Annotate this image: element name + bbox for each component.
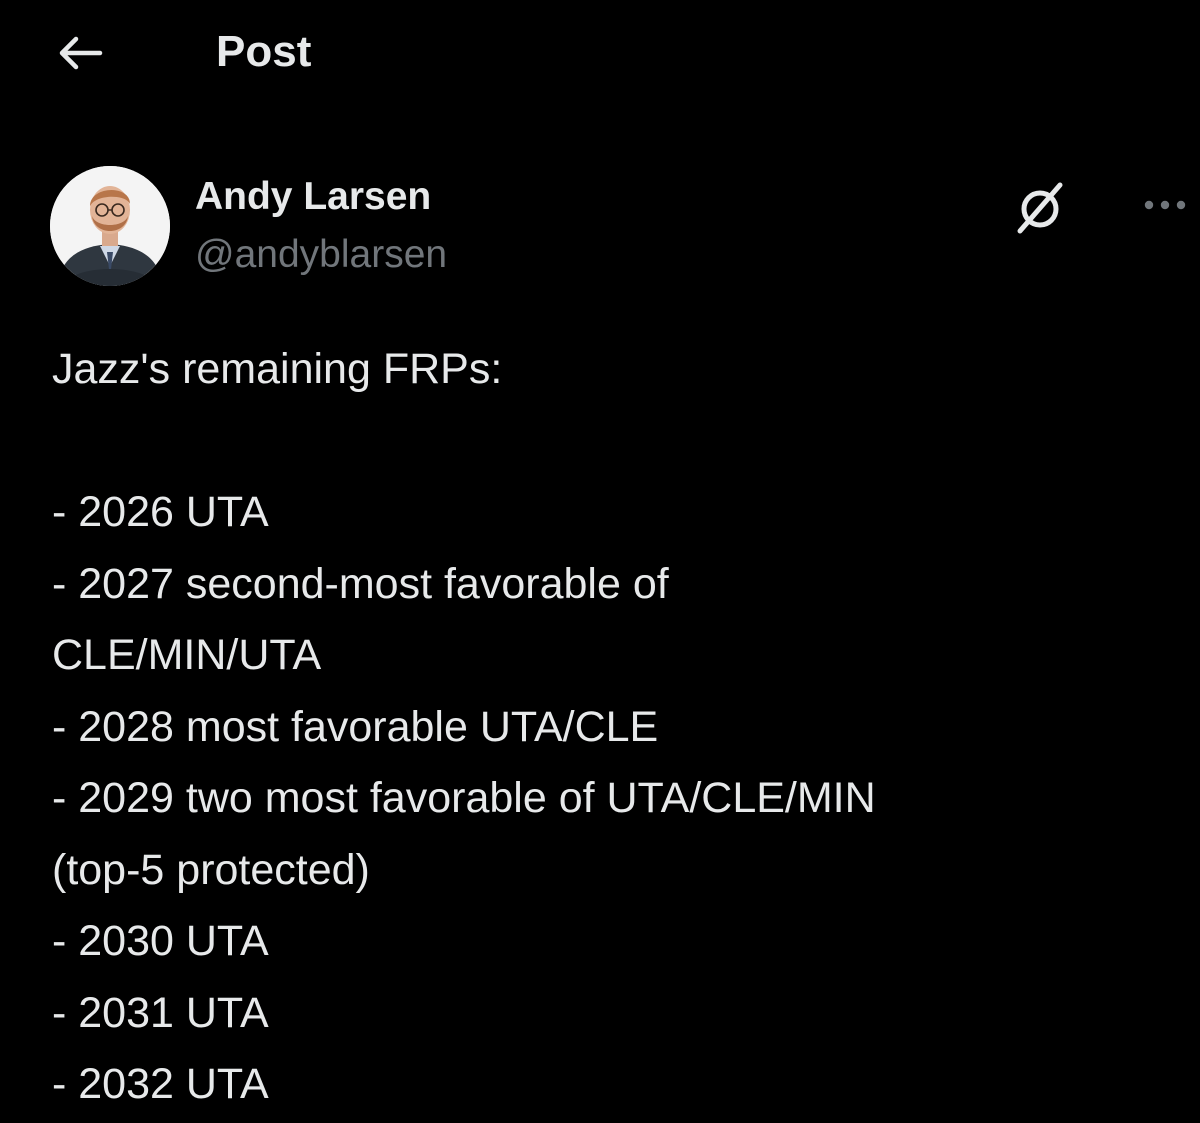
top-bar: Post — [0, 0, 1200, 104]
avatar[interactable] — [50, 166, 170, 286]
post-line: - 2032 UTA — [52, 1060, 269, 1108]
post-line: Jazz's remaining FRPs: — [52, 345, 503, 393]
post-author: Andy Larsen @andyblarsen — [50, 166, 1186, 290]
more-dots-icon — [1144, 200, 1186, 210]
post-line: CLE/MIN/UTA — [52, 631, 322, 679]
post-line — [52, 406, 1172, 478]
grok-button[interactable] — [1005, 172, 1075, 242]
post-line: - 2028 most favorable UTA/CLE — [52, 702, 659, 751]
post-line: (top-5 protected) — [52, 845, 370, 894]
author-handle[interactable]: @andyblarsen — [195, 232, 447, 278]
post-line: - 2026 UTA — [52, 488, 269, 536]
post-line: - 2031 UTA — [52, 988, 269, 1037]
grok-slash-icon — [1017, 182, 1063, 234]
arrow-left-icon — [59, 36, 103, 70]
author-display-name[interactable]: Andy Larsen — [195, 174, 431, 220]
post-line: - 2029 two most favorable of UTA/CLE/MIN — [52, 774, 876, 822]
back-button[interactable] — [50, 28, 108, 78]
more-options-button[interactable] — [1132, 180, 1198, 230]
post-line: - 2027 second-most favorable of — [52, 559, 669, 608]
page-title: Post — [216, 27, 312, 76]
post-line: - 2030 UTA — [52, 917, 269, 965]
avatar-photo — [50, 166, 170, 286]
post-text: Jazz's remaining FRPs: - 2026 UTA - 2027… — [52, 334, 1172, 1121]
